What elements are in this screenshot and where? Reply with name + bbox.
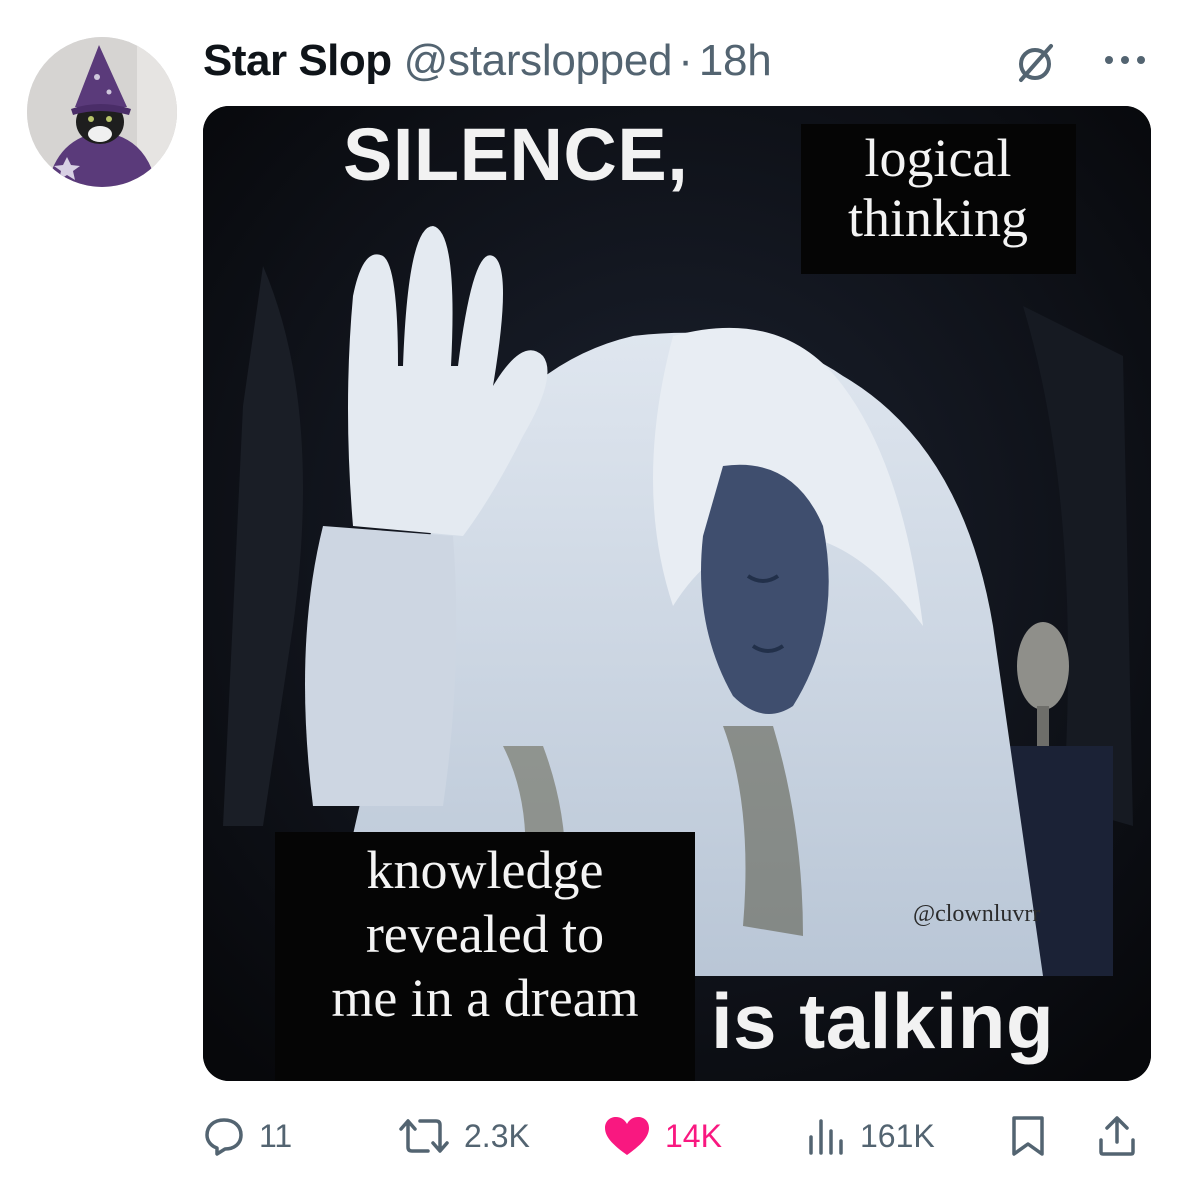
views-button[interactable]: 161K bbox=[806, 1110, 935, 1162]
view-count: 161K bbox=[860, 1117, 935, 1154]
cat-wizard-avatar-icon bbox=[27, 37, 177, 187]
repost-icon bbox=[399, 1119, 449, 1153]
reply-icon bbox=[205, 1118, 243, 1156]
like-button[interactable]: 14K bbox=[603, 1110, 722, 1162]
avatar[interactable] bbox=[27, 37, 177, 187]
caption-line: thinking bbox=[847, 188, 1028, 248]
grok-icon[interactable] bbox=[1013, 40, 1057, 84]
caption-knowledge: knowledge revealed to me in a dream bbox=[283, 838, 687, 1030]
reply-button[interactable]: 11 bbox=[203, 1110, 292, 1162]
caption-logical-thinking: logical thinking bbox=[813, 128, 1063, 248]
caption-line: logical bbox=[864, 128, 1012, 188]
repost-button[interactable]: 2.3K bbox=[398, 1110, 530, 1162]
header-separator: · bbox=[678, 36, 693, 85]
more-icon[interactable] bbox=[1102, 48, 1148, 72]
author-display-name[interactable]: Star Slop bbox=[203, 36, 392, 86]
heart-icon bbox=[605, 1117, 649, 1155]
tweet-action-bar: 11 2.3K 14K 161K bbox=[203, 1110, 1151, 1162]
tweet-header: Star Slop @starslopped · 18h bbox=[203, 36, 772, 86]
caption-line: revealed to bbox=[365, 904, 605, 964]
views-icon bbox=[809, 1119, 843, 1155]
bookmark-icon bbox=[1012, 1116, 1044, 1156]
share-button[interactable] bbox=[1096, 1110, 1138, 1162]
caption-line: knowledge bbox=[366, 840, 604, 900]
share-icon bbox=[1099, 1116, 1135, 1156]
tweet-media-image[interactable]: SILENCE, logical thinking knowledge reve… bbox=[203, 106, 1151, 1081]
like-count: 14K bbox=[665, 1117, 722, 1154]
author-handle[interactable]: @starslopped bbox=[404, 36, 673, 86]
caption-silence: SILENCE, bbox=[343, 113, 689, 196]
repost-count: 2.3K bbox=[464, 1117, 530, 1154]
image-watermark: @clownluvrr bbox=[913, 901, 1041, 927]
tweet-timestamp[interactable]: 18h bbox=[699, 36, 772, 86]
caption-line: me in a dream bbox=[331, 968, 639, 1028]
reply-count: 11 bbox=[259, 1117, 293, 1154]
bookmark-button[interactable] bbox=[1010, 1110, 1046, 1162]
caption-is-talking: is talking bbox=[711, 977, 1055, 1065]
